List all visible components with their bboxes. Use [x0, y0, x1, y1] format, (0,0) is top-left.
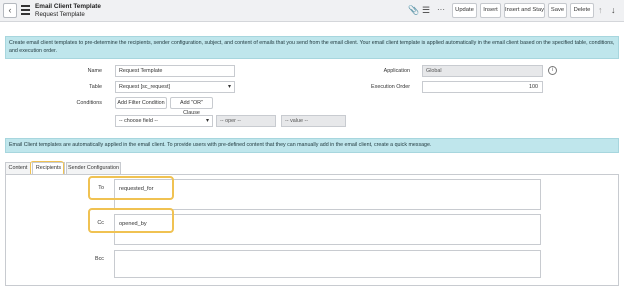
cc-highlight — [88, 208, 174, 233]
chevron-down-icon: ▾ — [227, 84, 231, 90]
execution-order-field[interactable]: 100 — [422, 81, 543, 93]
table-select[interactable]: Request [sc_request] ▾ — [115, 81, 235, 93]
bcc-field[interactable] — [114, 250, 541, 278]
menu-icon[interactable] — [21, 5, 30, 16]
to-highlight — [88, 176, 174, 200]
chevron-left-icon: ‹ — [8, 5, 12, 15]
record-name: Request Template — [35, 11, 85, 18]
add-filter-condition-button[interactable]: Add Filter Condition — [115, 97, 167, 109]
to-field[interactable]: requested_for — [114, 179, 541, 210]
value-input[interactable]: -- value -- — [281, 115, 346, 127]
conditions-label: Conditions — [76, 100, 102, 106]
more-icon[interactable]: ··· — [437, 4, 445, 16]
update-button[interactable]: Update — [452, 3, 477, 18]
save-button[interactable]: Save — [548, 3, 567, 18]
name-field[interactable]: Request Template — [115, 65, 235, 77]
execution-order-label: Execution Order — [371, 84, 410, 90]
application-field: Global — [422, 65, 543, 77]
insert-and-stay-button[interactable]: Insert and Stay — [504, 3, 545, 18]
add-or-clause-button[interactable]: Add "OR" Clause — [170, 97, 213, 116]
info-message-top: Create email client templates to pre-det… — [5, 36, 619, 59]
attachment-icon[interactable]: 📎 — [408, 4, 419, 16]
table-select-value: Request [sc_request] — [119, 84, 170, 90]
choose-field-value: -- choose field -- — [119, 118, 158, 124]
info-message-bottom: Email Client templates are automatically… — [5, 138, 619, 153]
tab-sender-configuration[interactable]: Sender Configuration — [66, 162, 121, 174]
delete-button[interactable]: Delete — [570, 3, 594, 18]
arrow-up-icon[interactable]: ↑ — [598, 4, 603, 16]
page-title: Email Client Template — [35, 3, 101, 10]
insert-button[interactable]: Insert — [480, 3, 501, 18]
operator-select[interactable]: -- oper -- — [216, 115, 276, 127]
application-label: Application — [383, 68, 410, 74]
info-icon[interactable]: i — [548, 66, 557, 75]
bcc-label: Bcc — [95, 256, 104, 262]
form-header: ‹ Email Client Template Request Template… — [0, 0, 624, 22]
name-label: Name — [87, 68, 102, 74]
tab-content[interactable]: Content — [5, 162, 31, 174]
settings-icon[interactable]: ☰ — [422, 4, 430, 16]
arrow-down-icon[interactable]: ↓ — [611, 4, 616, 16]
table-label: Table — [89, 84, 102, 90]
cc-field[interactable]: opened_by — [114, 214, 541, 245]
choose-field-select[interactable]: -- choose field -- ▾ — [115, 115, 213, 127]
chevron-down-icon: ▾ — [205, 118, 209, 124]
back-button[interactable]: ‹ — [3, 3, 17, 18]
